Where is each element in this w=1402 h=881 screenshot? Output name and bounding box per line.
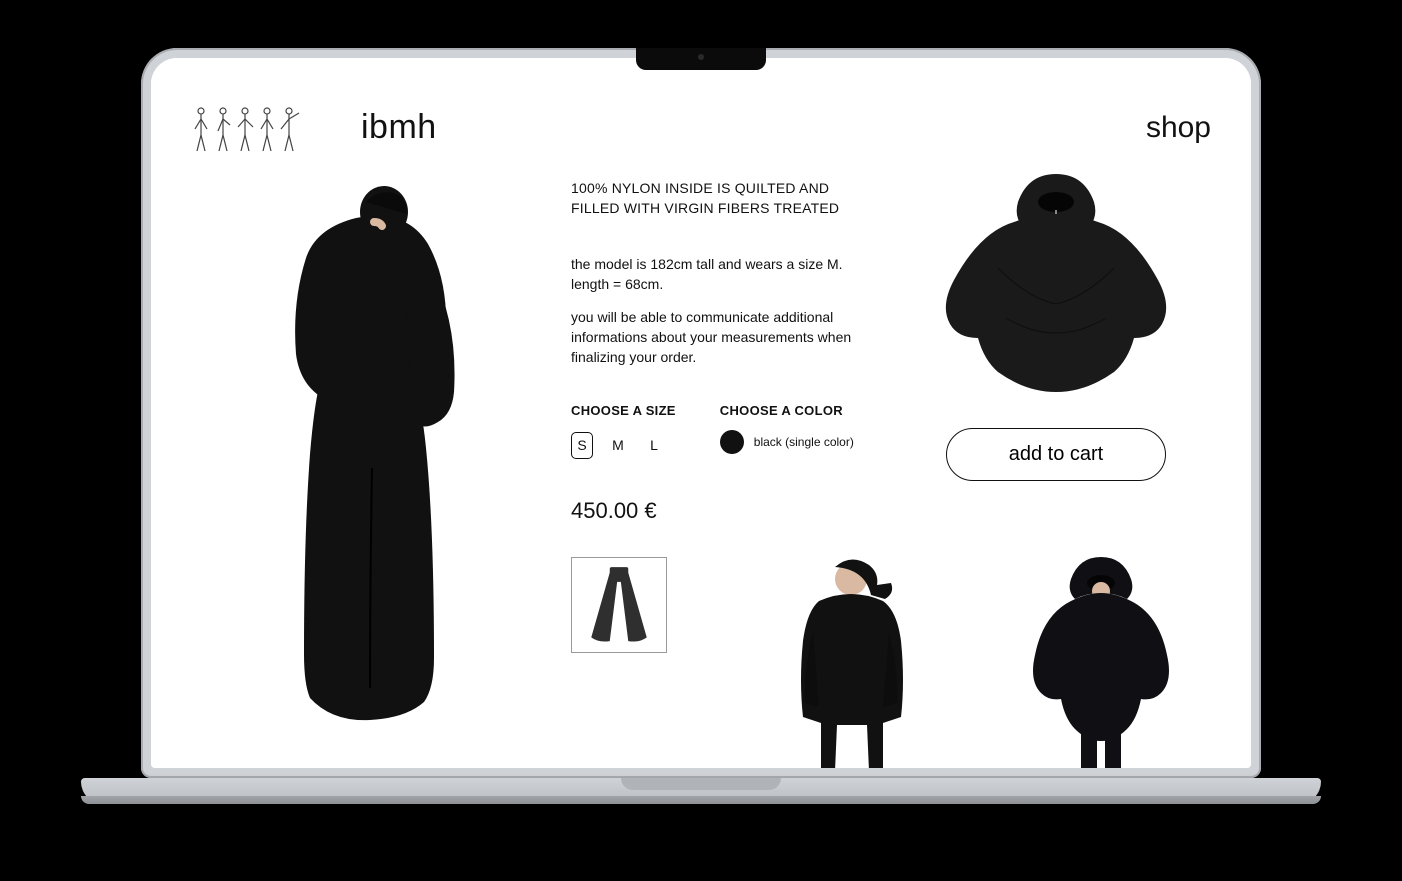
screen-notch xyxy=(636,48,766,70)
page-content: 100% NYLON INSIDE IS QUILTED AND FILLED … xyxy=(191,158,1211,768)
brand-name[interactable]: ibmh xyxy=(361,108,437,147)
note-text: you will be able to communicate addition… xyxy=(571,307,871,368)
color-swatch-black[interactable] xyxy=(720,430,744,454)
laptop-screen: ibmh shop xyxy=(151,58,1251,768)
extra-photos-row xyxy=(721,553,1211,768)
add-to-cart-button[interactable]: add to cart xyxy=(946,428,1166,481)
laptop-base xyxy=(81,778,1321,804)
related-thumbnail[interactable] xyxy=(571,557,667,653)
size-option-m[interactable]: M xyxy=(607,435,629,455)
color-name: black (single color) xyxy=(754,434,854,451)
material-text: 100% NYLON INSIDE IS QUILTED AND FILLED … xyxy=(571,178,871,219)
size-selector: CHOOSE A SIZE S M L xyxy=(571,402,676,459)
extra-photo-2 xyxy=(1031,553,1171,768)
size-option-s[interactable]: S xyxy=(571,432,593,458)
size-option-l[interactable]: L xyxy=(643,435,665,455)
product-image xyxy=(901,168,1211,398)
product-page: ibmh shop xyxy=(151,58,1251,768)
color-selector: CHOOSE A COLOR black (single color) xyxy=(720,402,854,459)
extra-photo-1 xyxy=(781,553,921,768)
brand-logo-icon[interactable] xyxy=(191,103,311,153)
page-header: ibmh shop xyxy=(191,98,1211,158)
model-photo xyxy=(191,168,541,768)
laptop-bezel: ibmh shop xyxy=(141,48,1261,778)
color-heading: CHOOSE A COLOR xyxy=(720,402,854,421)
laptop-frame: ibmh shop xyxy=(141,48,1261,804)
fit-text: the model is 182cm tall and wears a size… xyxy=(571,254,871,295)
shop-link[interactable]: shop xyxy=(1146,111,1211,145)
right-column: add to cart xyxy=(901,168,1211,768)
size-heading: CHOOSE A SIZE xyxy=(571,402,676,421)
price-text: 450.00 € xyxy=(571,495,871,527)
